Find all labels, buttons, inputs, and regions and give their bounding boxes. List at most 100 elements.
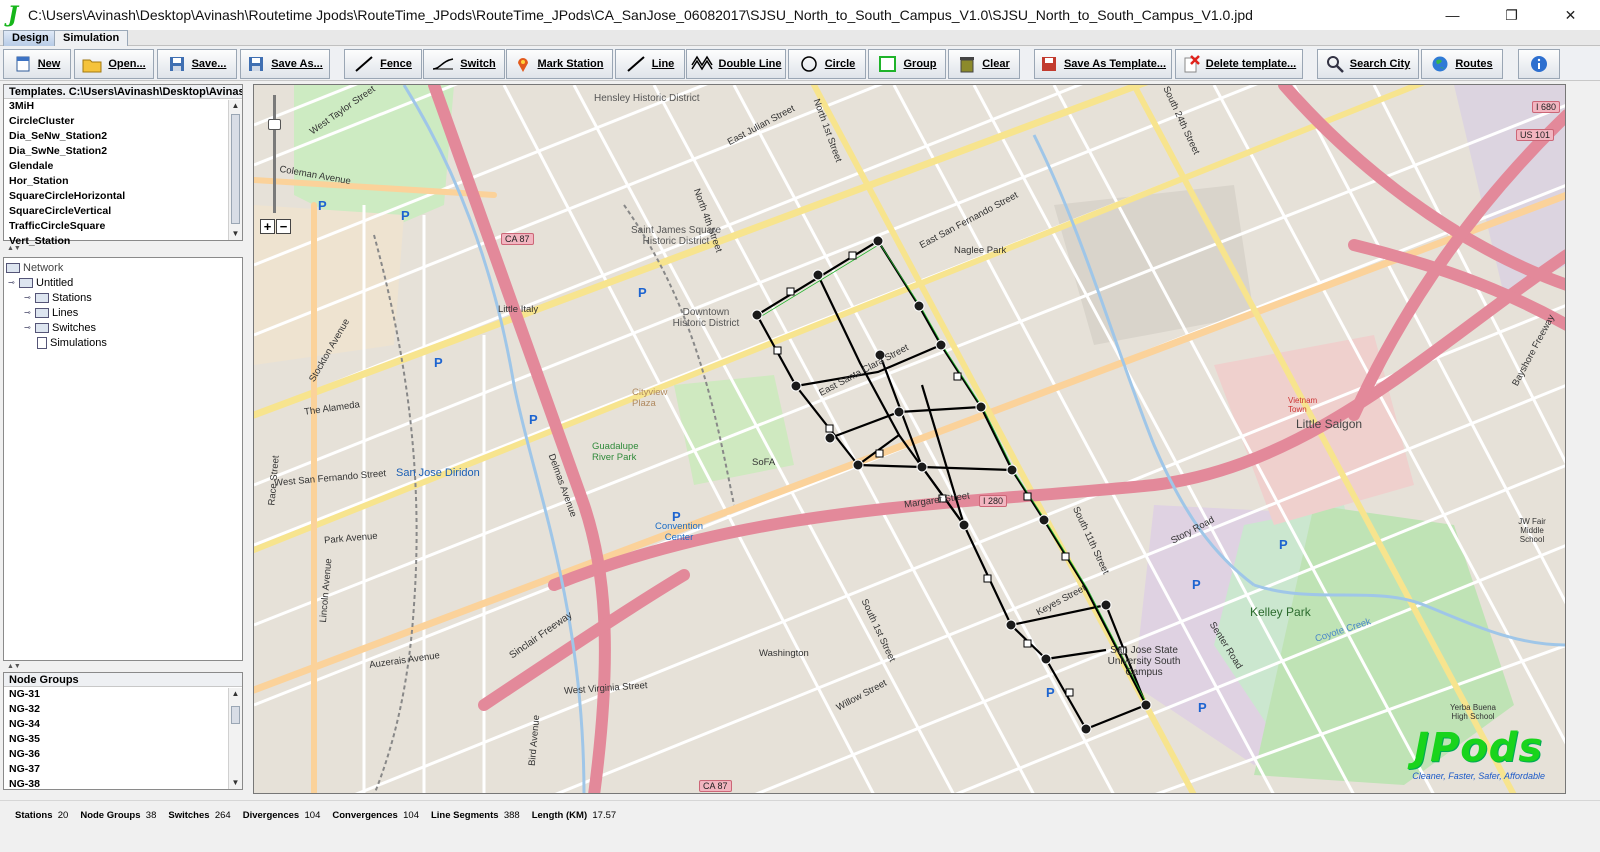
line-button[interactable]: Line bbox=[615, 49, 685, 79]
zoom-out-icon[interactable]: − bbox=[276, 219, 291, 234]
tree-switches[interactable]: ⊸ Switches bbox=[24, 320, 96, 335]
switch-markers bbox=[773, 251, 1127, 697]
station-node[interactable] bbox=[975, 401, 987, 413]
template-list-item[interactable]: Glendale bbox=[4, 159, 242, 174]
tree-lines[interactable]: ⊸ Lines bbox=[24, 305, 78, 320]
template-list-item[interactable]: TrafficCircleSquare bbox=[4, 219, 242, 234]
node-group-list-item[interactable]: NG-38 bbox=[4, 777, 242, 792]
zoom-slider-track[interactable] bbox=[273, 95, 276, 213]
template-list-item[interactable]: SquareCircleVertical bbox=[4, 204, 242, 219]
station-node[interactable] bbox=[1040, 653, 1052, 665]
info-button[interactable] bbox=[1518, 49, 1560, 79]
tree-project[interactable]: ⊸ Untitled bbox=[8, 275, 73, 290]
map-canvas[interactable]: West Taylor Street Coleman Avenue Stockt… bbox=[253, 84, 1566, 794]
switch-marker[interactable] bbox=[1023, 639, 1032, 648]
station-node[interactable] bbox=[1005, 619, 1017, 631]
switch-marker[interactable] bbox=[983, 574, 992, 583]
save-as-template-button[interactable]: Save As Template... bbox=[1034, 49, 1172, 79]
splitter-handle[interactable]: ▲▼ bbox=[3, 663, 243, 670]
tab-design[interactable]: Design bbox=[3, 30, 58, 46]
collapse-icon[interactable]: ⊸ bbox=[24, 308, 32, 317]
station-node[interactable] bbox=[916, 461, 928, 473]
station-node[interactable] bbox=[751, 309, 763, 321]
station-node[interactable] bbox=[893, 406, 905, 418]
station-node[interactable] bbox=[790, 380, 802, 392]
station-node[interactable] bbox=[1038, 514, 1050, 526]
close-icon[interactable]: ✕ bbox=[1541, 0, 1600, 30]
switch-marker[interactable] bbox=[848, 251, 857, 260]
node-group-list-item[interactable]: NG-35 bbox=[4, 732, 242, 747]
tab-simulation[interactable]: Simulation bbox=[54, 30, 129, 46]
station-node[interactable] bbox=[1006, 464, 1018, 476]
switch-marker[interactable] bbox=[1065, 688, 1074, 697]
zoom-in-icon[interactable]: + bbox=[260, 219, 275, 234]
switch-button[interactable]: Switch bbox=[423, 49, 505, 79]
node-groups-panel: Node Groups NG-31 NG-32 NG-34 NG-35 NG-36 NG-… bbox=[3, 672, 243, 790]
double-line-button[interactable]: Double Line bbox=[686, 49, 786, 79]
scroll-thumb[interactable] bbox=[231, 706, 240, 724]
save-button[interactable]: Save... bbox=[157, 49, 237, 79]
template-list-item[interactable]: Hor_Station bbox=[4, 174, 242, 189]
switch-marker[interactable] bbox=[875, 449, 884, 458]
delete-template-button[interactable]: Delete template... bbox=[1175, 49, 1303, 79]
node-group-list-item[interactable]: NG-36 bbox=[4, 747, 242, 762]
node-group-list-item[interactable]: NG-37 bbox=[4, 762, 242, 777]
restore-icon[interactable]: ❐ bbox=[1482, 0, 1541, 30]
template-list-item[interactable]: SquareCircleHorizontal bbox=[4, 189, 242, 204]
bottom-strip bbox=[0, 830, 1600, 852]
node-groups-scrollbar[interactable]: ▲ ▼ bbox=[228, 688, 242, 789]
collapse-icon[interactable]: ⊸ bbox=[24, 323, 32, 332]
minimize-icon[interactable]: — bbox=[1423, 0, 1482, 30]
tree-stations[interactable]: ⊸ Stations bbox=[24, 290, 92, 305]
switch-marker[interactable] bbox=[825, 424, 834, 433]
expand-icon[interactable]: ⊸ bbox=[8, 278, 16, 287]
mark-station-button[interactable]: Mark Station bbox=[506, 49, 613, 79]
place-label: Kelley Park bbox=[1250, 605, 1311, 619]
group-button[interactable]: Group bbox=[868, 49, 946, 79]
collapse-icon[interactable]: ⊸ bbox=[24, 293, 32, 302]
open-button[interactable]: Open... bbox=[74, 49, 154, 79]
switch-marker[interactable] bbox=[786, 287, 795, 296]
scroll-down-icon[interactable]: ▼ bbox=[229, 228, 242, 240]
switch-marker[interactable] bbox=[773, 346, 782, 355]
scroll-up-icon[interactable]: ▲ bbox=[229, 688, 242, 700]
zoom-slider-handle[interactable] bbox=[268, 119, 281, 130]
circle-button[interactable]: Circle bbox=[788, 49, 866, 79]
station-node[interactable] bbox=[824, 432, 836, 444]
switch-marker[interactable] bbox=[1061, 552, 1070, 561]
templates-scrollbar[interactable]: ▲ ▼ bbox=[228, 100, 242, 240]
tree-root[interactable]: Network bbox=[6, 260, 63, 275]
station-node[interactable] bbox=[1080, 723, 1092, 735]
station-node[interactable] bbox=[935, 339, 947, 351]
route-shield: CA 87 bbox=[699, 780, 732, 792]
station-node[interactable] bbox=[872, 235, 884, 247]
node-group-list-item[interactable]: NG-32 bbox=[4, 702, 242, 717]
switch-marker[interactable] bbox=[1023, 492, 1032, 501]
globe-icon bbox=[1432, 56, 1448, 72]
station-node[interactable] bbox=[852, 459, 864, 471]
scroll-up-icon[interactable]: ▲ bbox=[229, 100, 242, 112]
splitter-handle[interactable]: ▲▼ bbox=[3, 245, 243, 252]
template-list-item[interactable]: Dia_SeNw_Station2 bbox=[4, 129, 242, 144]
station-node[interactable] bbox=[913, 300, 925, 312]
switch-marker[interactable] bbox=[953, 372, 962, 381]
template-list-item[interactable]: Dia_SwNe_Station2 bbox=[4, 144, 242, 159]
station-node[interactable] bbox=[1100, 599, 1112, 611]
template-list-item[interactable]: 3MiH bbox=[4, 99, 242, 114]
station-node[interactable] bbox=[958, 519, 970, 531]
tree-simulations[interactable]: Simulations bbox=[37, 335, 107, 350]
clear-button[interactable]: Clear bbox=[948, 49, 1020, 79]
node-group-list-item[interactable]: NG-31 bbox=[4, 687, 242, 702]
new-button[interactable]: New bbox=[3, 49, 71, 79]
search-city-button[interactable]: Search City bbox=[1317, 49, 1419, 79]
save-as-button[interactable]: Save As... bbox=[240, 49, 330, 79]
station-node[interactable] bbox=[812, 269, 824, 281]
scroll-down-icon[interactable]: ▼ bbox=[229, 777, 242, 789]
station-node[interactable] bbox=[1140, 699, 1152, 711]
template-list-item[interactable]: CircleCluster bbox=[4, 114, 242, 129]
node-group-list-item[interactable]: NG-34 bbox=[4, 717, 242, 732]
scroll-thumb[interactable] bbox=[231, 114, 240, 224]
switch-icon bbox=[433, 58, 454, 70]
fence-button[interactable]: Fence bbox=[344, 49, 422, 79]
routes-button[interactable]: Routes bbox=[1421, 49, 1503, 79]
